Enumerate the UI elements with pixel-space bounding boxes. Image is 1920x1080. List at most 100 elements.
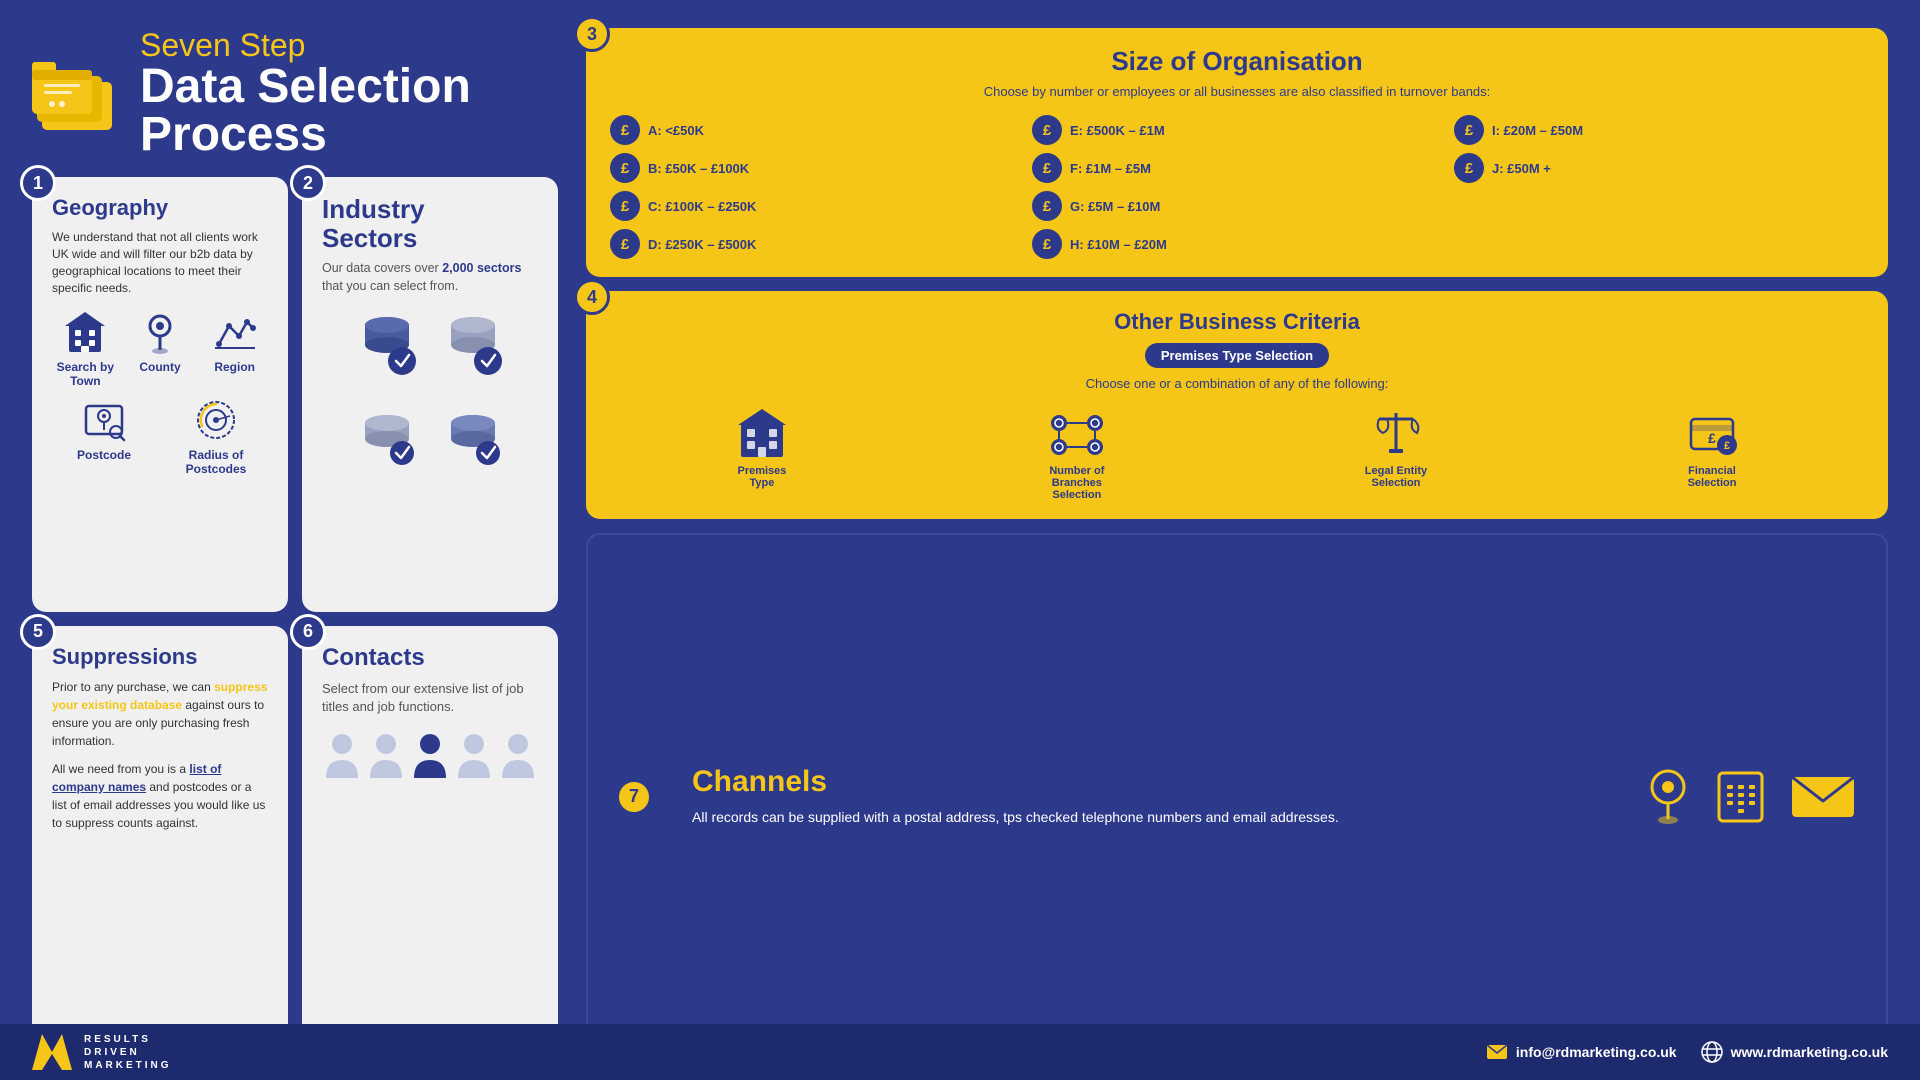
pound-e: £ xyxy=(1032,115,1062,145)
geo-label-region: Region xyxy=(214,360,255,374)
step4-badge: 4 xyxy=(574,279,610,315)
person3-icon xyxy=(412,730,448,782)
band-h-label: H: £10M – £20M xyxy=(1070,237,1167,252)
geo-label-county: County xyxy=(139,360,180,374)
right-column: 3 Size of Organisation Choose by number … xyxy=(572,28,1888,1060)
step4-subtitle: Choose one or a combination of any of th… xyxy=(1086,376,1389,391)
globe-footer-icon xyxy=(1701,1041,1723,1063)
biz-legal: Legal EntitySelection xyxy=(1365,405,1427,489)
step3-card: 3 Size of Organisation Choose by number … xyxy=(586,28,1888,277)
step6-title: Contacts xyxy=(322,644,538,672)
band-f-label: F: £1M – £5M xyxy=(1070,161,1151,176)
footer-right: info@rdmarketing.co.uk www.rdmarketing.c… xyxy=(1486,1041,1888,1063)
step7-card: 7 Channels All records can be supplied w… xyxy=(586,533,1888,1060)
footer-website-text: www.rdmarketing.co.uk xyxy=(1731,1044,1888,1060)
band-c-label: C: £100K – £250K xyxy=(648,199,756,214)
geo-label-postcode: Postcode xyxy=(77,448,131,462)
band-f: £ F: £1M – £5M xyxy=(1032,153,1442,183)
geo-grid-top: Search byTown County xyxy=(52,308,268,388)
step2-badge: 2 xyxy=(290,165,326,201)
step5-para1: Prior to any purchase, we can suppress y… xyxy=(52,678,268,750)
pound-j: £ xyxy=(1454,153,1484,183)
band-i: £ I: £20M – £50M xyxy=(1454,115,1864,145)
band-e: £ E: £500K – £1M xyxy=(1032,115,1442,145)
step1-description: We understand that not all clients work … xyxy=(52,229,268,296)
header: Seven Step Data Selection Process xyxy=(32,28,572,177)
footer-email: info@rdmarketing.co.uk xyxy=(1486,1044,1677,1060)
step2-card: 2 IndustrySectors Our data covers over 2… xyxy=(302,177,558,611)
band-d-label: D: £250K – £500K xyxy=(648,237,756,252)
step7-description: All records can be supplied with a posta… xyxy=(692,807,1613,828)
channel-icons xyxy=(1643,767,1858,827)
step1-badge: 1 xyxy=(20,165,56,201)
step3-title: Size of Organisation xyxy=(610,46,1864,77)
people-icons xyxy=(322,730,538,782)
pin-icon xyxy=(136,308,184,356)
band-a-label: A: <£50K xyxy=(648,123,704,138)
step3-subtitle: Choose by number or employees or all bus… xyxy=(610,83,1864,101)
geo-item-postcode: Postcode xyxy=(52,396,156,476)
step7-content: Channels All records can be supplied wit… xyxy=(692,765,1613,828)
biz-legal-label: Legal EntitySelection xyxy=(1365,465,1427,489)
biz-branches: Number ofBranchesSelection xyxy=(1047,405,1107,501)
company-names-highlight: list of company names xyxy=(52,762,221,794)
pound-c: £ xyxy=(610,191,640,221)
email-footer-icon xyxy=(1486,1044,1508,1060)
header-title: Data Selection Process xyxy=(140,63,572,159)
person5-icon xyxy=(500,730,536,782)
database2-icon xyxy=(438,309,508,379)
footer-logo-line3: MARKETING xyxy=(84,1059,172,1072)
step4-title: Other Business Criteria xyxy=(1114,309,1360,335)
step4-center: Other Business Criteria Premises Type Se… xyxy=(606,309,1868,405)
legal-icon xyxy=(1369,405,1423,459)
radius-icon xyxy=(192,396,240,444)
geo-grid-bottom: Postcode Radius ofPostcodes xyxy=(52,396,268,476)
pound-f: £ xyxy=(1032,153,1062,183)
suppress-highlight: suppress your existing database xyxy=(52,680,267,712)
geo-item-region: Region xyxy=(201,308,268,388)
step6-card: 6 Contacts Select from our extensive lis… xyxy=(302,626,558,1060)
pound-d: £ xyxy=(610,229,640,259)
step2-description: Our data covers over 2,000 sectors that … xyxy=(322,260,538,295)
band-g-label: G: £5M – £10M xyxy=(1070,199,1160,214)
region-icon xyxy=(211,308,259,356)
footer-left: RESULTS DRIVEN MARKETING xyxy=(32,1033,172,1072)
step5-card: 5 Suppressions Prior to any purchase, we… xyxy=(32,626,288,1060)
business-icons-row: PremisesType xyxy=(606,405,1868,501)
main-container: Seven Step Data Selection Process 1 Geog… xyxy=(0,0,1920,1080)
branches-icon xyxy=(1047,405,1107,459)
footer-logo-line1: RESULTS xyxy=(84,1033,172,1046)
footer-logo-chevron xyxy=(32,1034,72,1070)
premises-icon xyxy=(735,405,789,459)
biz-financial: £ £ FinancialSelection xyxy=(1685,405,1739,489)
header-subtitle: Seven Step xyxy=(140,28,572,63)
step2-title: IndustrySectors xyxy=(322,195,538,252)
band-b-label: B: £50K – £100K xyxy=(648,161,749,176)
step5-title: Suppressions xyxy=(52,644,268,670)
step7-badge: 7 xyxy=(616,779,652,815)
person2-icon xyxy=(368,730,404,782)
geo-label-town: Search byTown xyxy=(57,360,114,388)
header-text: Seven Step Data Selection Process xyxy=(140,28,572,159)
location-icon xyxy=(1643,767,1693,827)
band-j: £ J: £50M + xyxy=(1454,153,1864,183)
band-a: £ A: <£50K xyxy=(610,115,1020,145)
premises-badge: Premises Type Selection xyxy=(1145,343,1329,368)
db-icons xyxy=(322,309,538,465)
pound-i: £ xyxy=(1454,115,1484,145)
band-b: £ B: £50K – £100K xyxy=(610,153,1020,183)
email-icon xyxy=(1788,769,1858,824)
person1-icon xyxy=(324,730,360,782)
band-c: £ C: £100K – £250K xyxy=(610,191,1020,221)
person4-icon xyxy=(456,730,492,782)
step3-badge: 3 xyxy=(574,16,610,52)
pound-b: £ xyxy=(610,153,640,183)
geo-label-radius: Radius ofPostcodes xyxy=(186,448,247,476)
postcode-icon xyxy=(80,396,128,444)
step4-card: 4 Other Business Criteria Premises Type … xyxy=(586,291,1888,519)
turnover-grid: £ A: <£50K £ E: £500K – £1M £ I: £20M – … xyxy=(610,115,1864,259)
footer-website: www.rdmarketing.co.uk xyxy=(1701,1041,1888,1063)
band-d: £ D: £250K – £500K xyxy=(610,229,1020,259)
pound-g: £ xyxy=(1032,191,1062,221)
telephone-icon xyxy=(1713,767,1768,827)
